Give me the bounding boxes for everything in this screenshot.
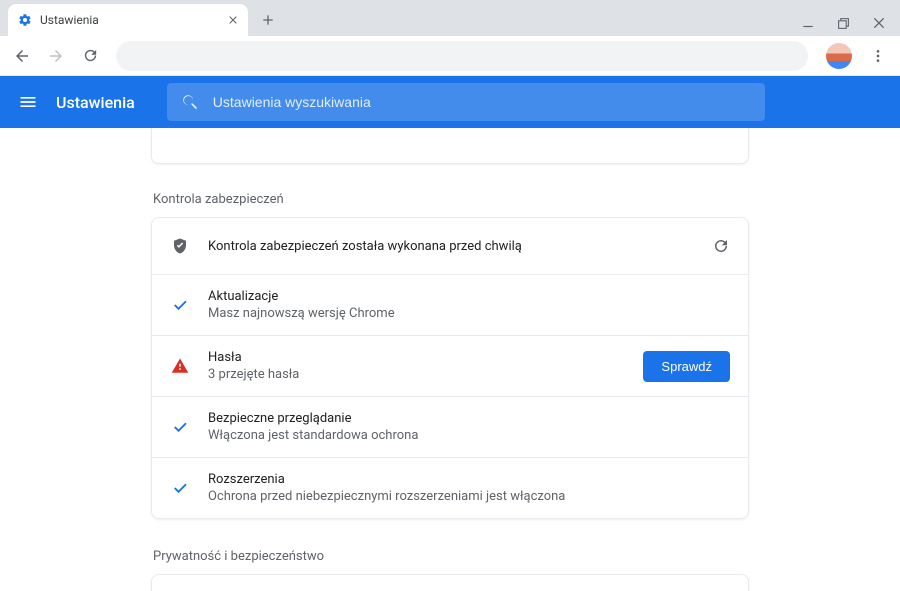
content: Kontrola zabezpieczeń Kontrola zabezpiec…: [151, 128, 749, 591]
tab-strip: Ustawienia: [0, 0, 900, 36]
menu-icon[interactable]: [864, 42, 892, 70]
row-safe-browsing[interactable]: Bezpieczne przeglądanie Włączona jest st…: [152, 396, 748, 457]
forward-button: [42, 42, 70, 70]
browser-toolbar: [0, 36, 900, 76]
settings-search-input[interactable]: [213, 94, 751, 110]
check-button[interactable]: Sprawdź: [643, 351, 730, 382]
check-icon: [170, 418, 190, 436]
page-title: Ustawienia: [56, 93, 135, 112]
security-check-card: Kontrola zabezpieczeń została wykonana p…: [151, 217, 749, 519]
settings-search[interactable]: [167, 83, 765, 121]
content-scroll[interactable]: Kontrola zabezpieczeń Kontrola zabezpiec…: [0, 128, 900, 591]
row-title: Aktualizacje: [208, 289, 730, 304]
shield-icon: [170, 237, 190, 255]
check-icon: [170, 296, 190, 314]
back-button[interactable]: [8, 42, 36, 70]
settings-header: Ustawienia: [0, 76, 900, 128]
search-icon: [181, 93, 199, 111]
window-controls: [801, 16, 900, 36]
gear-icon: [18, 13, 32, 27]
row-subtitle: 3 przejęte hasła: [208, 367, 625, 382]
section-label-privacy: Prywatność i bezpieczeństwo: [153, 549, 749, 564]
privacy-card: [151, 574, 749, 591]
row-extensions[interactable]: Rozszerzenia Ochrona przed niebezpieczny…: [152, 457, 748, 518]
section-label-security: Kontrola zabezpieczeń: [153, 192, 749, 207]
warning-icon: [170, 357, 190, 375]
row-passwords[interactable]: Hasła 3 przejęte hasła Sprawdź: [152, 335, 748, 396]
row-subtitle: Masz najnowszą wersję Chrome: [208, 306, 730, 321]
security-check-header-row: Kontrola zabezpieczeń została wykonana p…: [152, 218, 748, 274]
refresh-icon[interactable]: [712, 237, 730, 255]
row-subtitle: Ochrona przed niebezpiecznymi rozszerzen…: [208, 489, 730, 504]
browser-tab[interactable]: Ustawienia: [8, 4, 248, 36]
row-updates[interactable]: Aktualizacje Masz najnowszą wersję Chrom…: [152, 274, 748, 335]
address-bar[interactable]: [116, 41, 808, 71]
tab-title: Ustawienia: [40, 13, 220, 27]
new-tab-button[interactable]: [254, 6, 282, 34]
check-icon: [170, 479, 190, 497]
hamburger-icon[interactable]: [18, 92, 38, 112]
row-subtitle: Włączona jest standardowa ochrona: [208, 428, 730, 443]
avatar[interactable]: [826, 43, 852, 69]
close-icon[interactable]: [228, 15, 238, 25]
row-title: Hasła: [208, 350, 625, 365]
window-close-icon[interactable]: [872, 16, 886, 30]
row-title: Bezpieczne przeglądanie: [208, 411, 730, 426]
previous-card-bottom: [151, 128, 749, 164]
minimize-icon[interactable]: [801, 16, 815, 30]
reload-button[interactable]: [76, 42, 104, 70]
maximize-icon[interactable]: [837, 16, 850, 30]
security-check-header-text: Kontrola zabezpieczeń została wykonana p…: [208, 239, 694, 254]
row-title: Rozszerzenia: [208, 472, 730, 487]
